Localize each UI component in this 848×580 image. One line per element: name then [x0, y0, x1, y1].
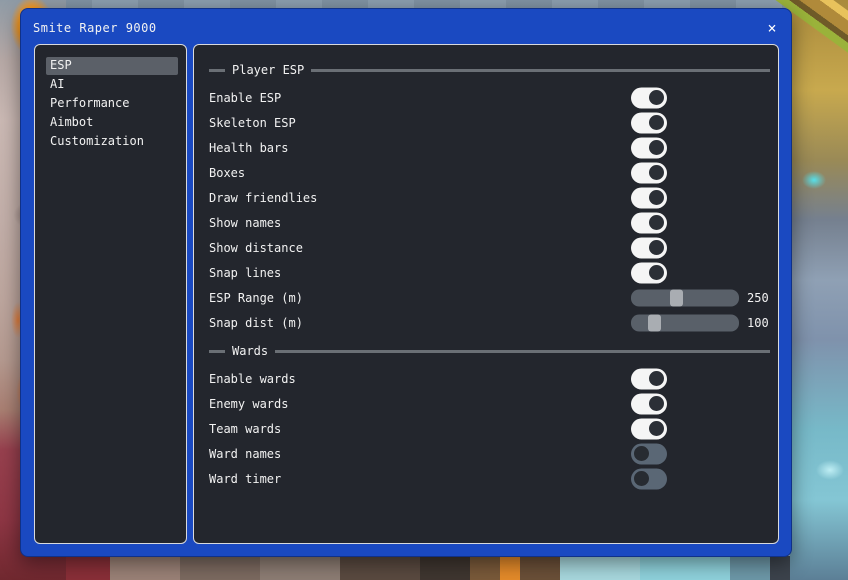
setting-label: Boxes [209, 166, 245, 180]
toggle-knob [634, 446, 649, 461]
setting-row: Skeleton ESP [194, 110, 778, 135]
slider-value: 100 [747, 316, 769, 330]
section-title: Wards [225, 344, 275, 358]
setting-row: Show names [194, 210, 778, 235]
titlebar[interactable]: Smite Raper 9000 × [33, 19, 781, 37]
section-header-wards: Wards [209, 341, 770, 361]
setting-label: Snap dist (m) [209, 316, 303, 330]
slider-handle[interactable] [648, 314, 661, 331]
toggle-snap-lines[interactable] [631, 262, 667, 283]
toggle-ward-timer[interactable] [631, 468, 667, 489]
toggle-skeleton-esp[interactable] [631, 112, 667, 133]
toggle-team-wards[interactable] [631, 418, 667, 439]
setting-row: Boxes [194, 160, 778, 185]
separator-dash [209, 69, 225, 72]
setting-row: Snap lines [194, 260, 778, 285]
window-title: Smite Raper 9000 [33, 21, 157, 35]
setting-label: Enemy wards [209, 397, 288, 411]
toggle-show-distance[interactable] [631, 237, 667, 258]
setting-label: ESP Range (m) [209, 291, 303, 305]
sidebar-item-aimbot[interactable]: Aimbot [46, 114, 178, 132]
setting-row: Show distance [194, 235, 778, 260]
cheat-menu-window: Smite Raper 9000 × ESP AI Performance Ai… [20, 8, 792, 557]
toggle-enable-esp[interactable] [631, 87, 667, 108]
toggle-boxes[interactable] [631, 162, 667, 183]
separator-line [275, 350, 770, 353]
toggle-knob [649, 190, 664, 205]
setting-label: Health bars [209, 141, 288, 155]
setting-label: Enable ESP [209, 91, 281, 105]
toggle-knob [649, 240, 664, 255]
setting-label: Show distance [209, 241, 303, 255]
toggle-knob [649, 265, 664, 280]
setting-row: Health bars [194, 135, 778, 160]
setting-label: Ward names [209, 447, 281, 461]
sidebar: ESP AI Performance Aimbot Customization [34, 44, 187, 544]
setting-row: Enable ESP [194, 85, 778, 110]
separator-dash [209, 350, 225, 353]
slider-snap-dist[interactable] [631, 314, 739, 331]
toggle-health-bars[interactable] [631, 137, 667, 158]
setting-label: Draw friendlies [209, 191, 317, 205]
section-title: Player ESP [225, 63, 311, 77]
toggle-knob [649, 90, 664, 105]
setting-row: ESP Range (m) 250 [194, 285, 778, 310]
setting-row: Snap dist (m) 100 [194, 310, 778, 335]
toggle-knob [649, 421, 664, 436]
setting-label: Skeleton ESP [209, 116, 296, 130]
setting-row: Enable wards [194, 366, 778, 391]
toggle-knob [634, 471, 649, 486]
toggle-ward-names[interactable] [631, 443, 667, 464]
slider-esp-range[interactable] [631, 289, 739, 306]
close-icon[interactable]: × [763, 19, 781, 37]
settings-panel: Player ESP Enable ESP Skeleton ESP Healt… [193, 44, 779, 544]
separator-line [311, 69, 770, 72]
toggle-knob [649, 215, 664, 230]
toggle-knob [649, 396, 664, 411]
slider-handle[interactable] [670, 289, 683, 306]
toggle-show-names[interactable] [631, 212, 667, 233]
toggle-knob [649, 140, 664, 155]
setting-row: Draw friendlies [194, 185, 778, 210]
toggle-knob [649, 115, 664, 130]
setting-label: Show names [209, 216, 281, 230]
setting-label: Team wards [209, 422, 281, 436]
toggle-enable-wards[interactable] [631, 368, 667, 389]
sidebar-item-customization[interactable]: Customization [46, 133, 178, 151]
sidebar-item-esp[interactable]: ESP [46, 57, 178, 75]
toggle-draw-friendlies[interactable] [631, 187, 667, 208]
setting-label: Enable wards [209, 372, 296, 386]
setting-row: Ward names [194, 441, 778, 466]
setting-label: Ward timer [209, 472, 281, 486]
sidebar-item-performance[interactable]: Performance [46, 95, 178, 113]
toggle-enemy-wards[interactable] [631, 393, 667, 414]
slider-value: 250 [747, 291, 769, 305]
setting-label: Snap lines [209, 266, 281, 280]
toggle-knob [649, 165, 664, 180]
setting-row: Ward timer [194, 466, 778, 491]
setting-row: Enemy wards [194, 391, 778, 416]
section-header-player-esp: Player ESP [209, 60, 770, 80]
background-bottom-armor [0, 556, 848, 580]
toggle-knob [649, 371, 664, 386]
background-right-figure [790, 0, 848, 580]
setting-row: Team wards [194, 416, 778, 441]
sidebar-item-ai[interactable]: AI [46, 76, 178, 94]
